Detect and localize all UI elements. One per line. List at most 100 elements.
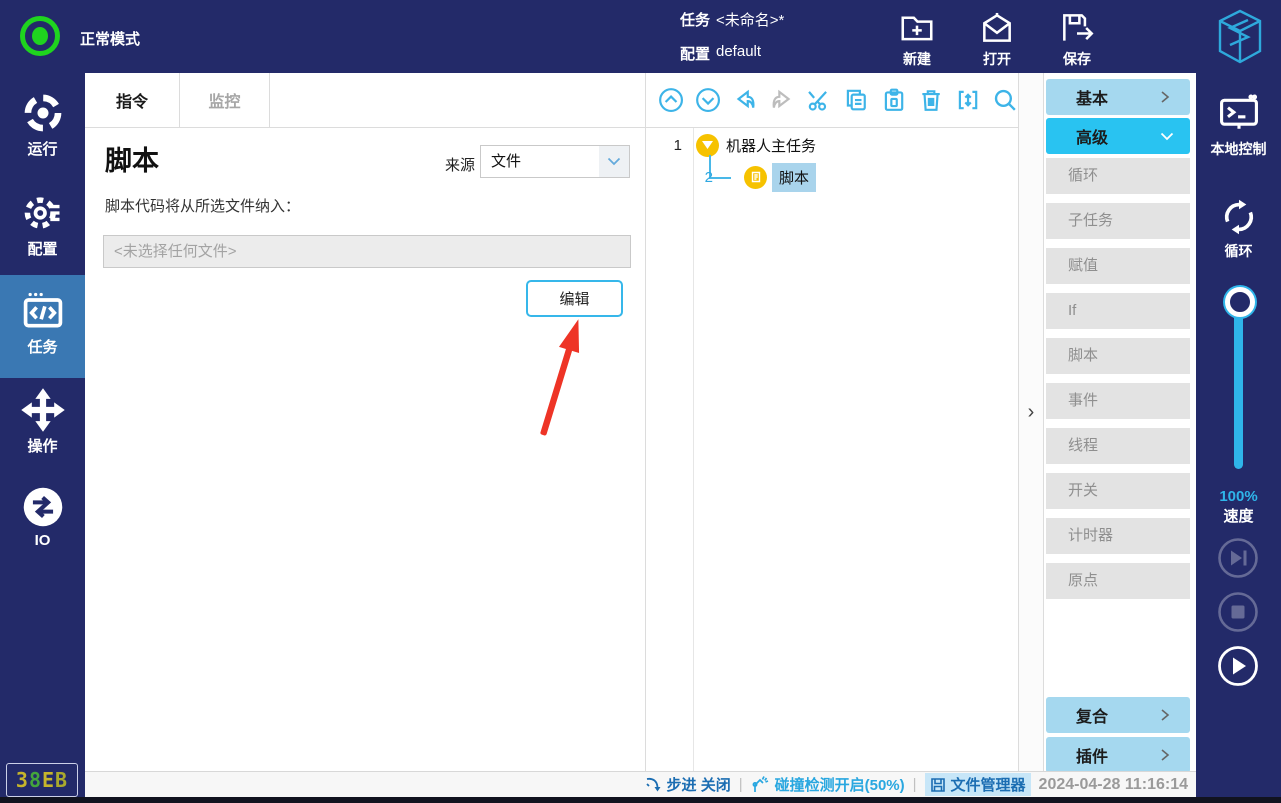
file-manager-button[interactable]: 文件管理器 bbox=[924, 773, 1031, 796]
run-icon bbox=[21, 91, 65, 135]
status-light-icon bbox=[20, 16, 60, 56]
tree-row-main-task[interactable]: 1 机器人主任务 bbox=[646, 130, 816, 160]
script-node-icon[interactable] bbox=[744, 165, 767, 189]
right-control-rail: 本地控制 循环 100% 速度 bbox=[1196, 73, 1281, 797]
save-task-button[interactable]: 保存 bbox=[1041, 9, 1113, 69]
open-icon bbox=[978, 9, 1016, 47]
category-advanced[interactable]: 高级 bbox=[1046, 118, 1190, 154]
category-basic[interactable]: 基本 bbox=[1046, 79, 1190, 115]
insert-icon[interactable] bbox=[955, 87, 981, 114]
status-bar: 步进 关闭 | 碰撞检测开启(50%) | 文件管理器 2024-04-28 1… bbox=[85, 771, 1196, 797]
step-status[interactable]: 步进 关闭 bbox=[645, 774, 731, 795]
tab-monitor[interactable]: 监控 bbox=[180, 73, 270, 127]
sidebar-item-task[interactable]: 任务 bbox=[0, 275, 85, 378]
speed-label: 速度 bbox=[1223, 508, 1254, 525]
speed-value: 100% bbox=[1219, 488, 1258, 505]
cut-icon[interactable] bbox=[806, 87, 832, 114]
file-path-field[interactable]: <未选择任何文件> bbox=[103, 235, 631, 268]
collision-icon bbox=[752, 776, 768, 792]
chevron-right-icon bbox=[1160, 90, 1190, 104]
io-icon bbox=[21, 485, 65, 529]
chevron-right-icon bbox=[1160, 748, 1190, 762]
redo-icon[interactable] bbox=[769, 87, 795, 114]
source-value: 文件 bbox=[491, 153, 522, 170]
script-hint-text: 脚本代码将从所选文件纳入： bbox=[105, 198, 301, 215]
play-button[interactable] bbox=[1217, 645, 1259, 687]
paste-icon[interactable] bbox=[881, 87, 907, 114]
instruction-script[interactable]: 脚本 bbox=[1046, 338, 1190, 374]
save-icon bbox=[1058, 9, 1096, 47]
top-bar: 正常模式 任务 <未命名>* 配置 default 新建 打开 保存 bbox=[0, 0, 1281, 73]
app-window: 正常模式 任务 <未命名>* 配置 default 新建 打开 保存 运行 配置… bbox=[0, 0, 1281, 803]
script-editor-panel: 指令 监控 脚本 来源 文件 脚本代码将从所选文件纳入： <未选择任何文件> 编… bbox=[85, 73, 646, 771]
chevron-right-icon: › bbox=[1027, 401, 1035, 423]
annotation-arrow bbox=[540, 319, 580, 436]
move-arrows-icon bbox=[20, 388, 65, 432]
loop-mode-button[interactable]: 循环 bbox=[1196, 195, 1281, 261]
mode-label: 正常模式 bbox=[80, 31, 141, 48]
chevron-down-icon bbox=[599, 146, 629, 177]
collision-status[interactable]: 碰撞检测开启(50%) bbox=[751, 774, 905, 795]
status-code-badge: 38EB bbox=[6, 763, 78, 797]
move-down-icon[interactable] bbox=[695, 87, 721, 114]
new-task-button[interactable]: 新建 bbox=[881, 9, 953, 69]
window-bottom-edge bbox=[0, 797, 1281, 803]
category-plugin[interactable]: 插件 bbox=[1046, 737, 1190, 773]
task-info: 任务 <未命名>* 配置 default bbox=[680, 9, 784, 77]
separator: | bbox=[738, 776, 743, 793]
task-value: <未命名>* bbox=[716, 12, 785, 29]
stop-button[interactable] bbox=[1217, 591, 1259, 633]
instruction-subtask[interactable]: 子任务 bbox=[1046, 203, 1190, 239]
instruction-timer[interactable]: 计时器 bbox=[1046, 518, 1190, 554]
step-button[interactable] bbox=[1217, 537, 1259, 579]
local-control-button[interactable]: 本地控制 bbox=[1196, 93, 1281, 159]
sidebar-item-operate[interactable]: 操作 bbox=[0, 388, 85, 456]
task-label: 任务 bbox=[680, 12, 711, 29]
speed-slider-knob[interactable] bbox=[1225, 287, 1255, 317]
speed-slider-track[interactable] bbox=[1234, 301, 1243, 469]
tree-node-label-selected: 脚本 bbox=[772, 162, 817, 192]
config-value: default bbox=[716, 43, 762, 60]
tab-bar: 指令 监控 bbox=[85, 73, 645, 128]
sidebar-item-run[interactable]: 运行 bbox=[0, 91, 85, 159]
program-tree-panel: 1 机器人主任务 2 脚本 bbox=[646, 73, 1019, 771]
tab-instruction[interactable]: 指令 bbox=[85, 73, 180, 127]
separator: | bbox=[912, 776, 917, 793]
source-dropdown[interactable]: 文件 bbox=[480, 145, 630, 178]
search-icon[interactable] bbox=[992, 87, 1018, 114]
delete-icon[interactable] bbox=[918, 87, 944, 114]
instruction-event[interactable]: 事件 bbox=[1046, 383, 1190, 419]
left-sidebar: 运行 配置 任务 操作 IO 3 8 E B bbox=[0, 73, 85, 797]
instruction-thread[interactable]: 线程 bbox=[1046, 428, 1190, 464]
instruction-home[interactable]: 原点 bbox=[1046, 563, 1190, 599]
instruction-if[interactable]: If bbox=[1046, 293, 1190, 329]
expanded-node-icon[interactable] bbox=[696, 133, 719, 157]
panel-expander[interactable]: › bbox=[1019, 73, 1044, 771]
sidebar-item-io[interactable]: IO bbox=[0, 485, 85, 549]
new-icon bbox=[898, 9, 936, 47]
line-number-divider bbox=[693, 128, 694, 771]
move-up-icon[interactable] bbox=[658, 87, 684, 114]
file-manager-icon bbox=[930, 777, 945, 792]
instruction-assign[interactable]: 赋值 bbox=[1046, 248, 1190, 284]
category-composite[interactable]: 复合 bbox=[1046, 697, 1190, 733]
instruction-switch[interactable]: 开关 bbox=[1046, 473, 1190, 509]
edit-button[interactable]: 编辑 bbox=[526, 280, 623, 317]
brand-logo bbox=[1216, 8, 1264, 65]
page-title: 脚本 bbox=[105, 146, 159, 176]
copy-icon[interactable] bbox=[843, 87, 869, 114]
chevron-right-icon bbox=[1160, 708, 1190, 722]
tree-node-label: 机器人主任务 bbox=[726, 137, 817, 155]
settings-icon bbox=[21, 191, 65, 235]
instruction-palette: 基本 高级 循环 子任务 赋值 If 脚本 事件 线程 开关 计时器 原点 复合 bbox=[1044, 73, 1196, 773]
step-icon bbox=[645, 777, 661, 792]
instruction-loop[interactable]: 循环 bbox=[1046, 158, 1190, 194]
tree-row-script[interactable]: 2 脚本 bbox=[677, 162, 817, 192]
undo-icon[interactable] bbox=[732, 87, 758, 114]
chevron-down-icon bbox=[1160, 132, 1190, 141]
open-task-button[interactable]: 打开 bbox=[961, 9, 1033, 69]
line-number: 2 bbox=[704, 168, 713, 186]
terminal-icon bbox=[1217, 93, 1261, 137]
sidebar-item-config[interactable]: 配置 bbox=[0, 191, 85, 259]
loop-icon bbox=[1217, 195, 1261, 239]
